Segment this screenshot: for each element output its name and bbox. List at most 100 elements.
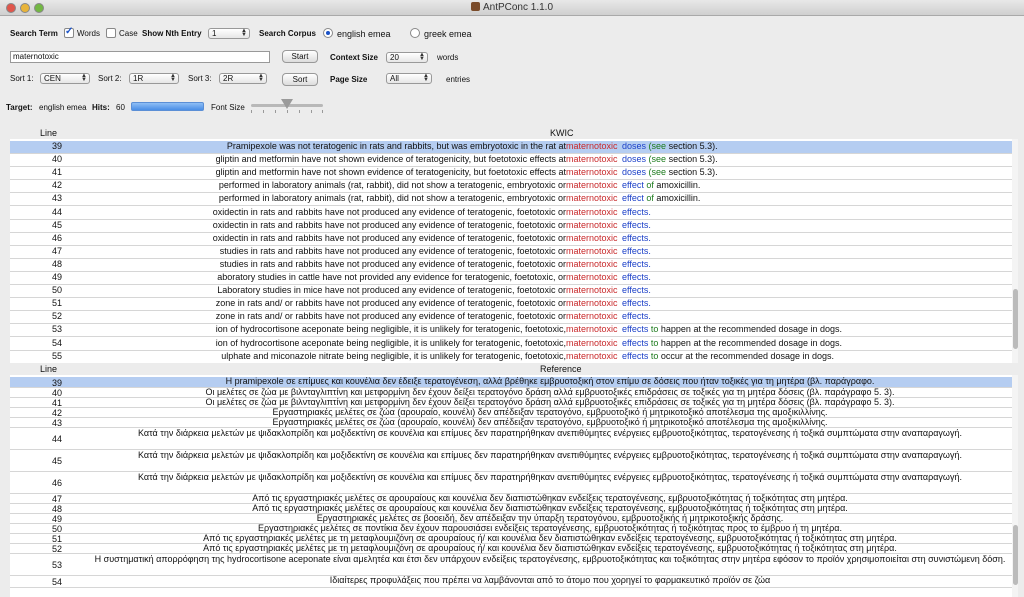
kwic-row[interactable]: 47 studies in rats and rabbits have not p… — [10, 246, 1018, 259]
case-checkbox[interactable] — [106, 28, 116, 38]
kwic-keyword: maternotoxic — [566, 311, 618, 322]
kwic-right-word-2: of — [646, 180, 654, 191]
kwic-row[interactable]: 53 ion of hydrocortisone aceponate being … — [10, 324, 1018, 338]
kwic-right-rest: section 5.3). — [668, 141, 718, 151]
show-nth-entry-value: 1 — [212, 29, 217, 38]
kwic-right-rest: happen at the recommended dosage in dogs… — [660, 324, 843, 335]
kwic-row[interactable]: 39 Pramipexole was not teratogenic in rat… — [10, 141, 1018, 155]
search-input[interactable]: maternotoxic — [10, 51, 270, 63]
kwic-table[interactable]: Line KWIC 39 Pramipexole was not teratoge… — [10, 127, 1018, 363]
reference-text: Εργαστηριακές μελέτες σε βοοειδή, δεν απ… — [316, 513, 784, 523]
slider-tick — [275, 110, 276, 113]
sort1-select[interactable]: CEN ▲ ▼ — [40, 73, 90, 84]
reference-line-number: 46 — [52, 478, 63, 488]
kwic-row[interactable]: 45 oxidectin in rats and rabbits have not… — [10, 220, 1018, 233]
kwic-keyword: maternotoxic — [566, 219, 618, 230]
kwic-right-word-1: effects. — [622, 298, 651, 309]
slider-tick — [299, 110, 300, 113]
reference-row[interactable]: 45 Κατά την διάρκεια μελετών με ψιδακλοπρ… — [10, 450, 1018, 472]
kwic-row[interactable]: 50 Laboratory studies in mice have not pr… — [10, 285, 1018, 299]
kwic-right-word-2: (see — [648, 141, 667, 151]
reference-row[interactable]: 43 Εργαστηριακές μελέτες σε ζώα (αρουραίο… — [10, 418, 1018, 428]
kwic-row[interactable]: 55 ulphate and miconazole nitrate being n… — [10, 351, 1018, 363]
reference-text: Από τις εργαστηριακές μελέτες σε αρουραί… — [252, 503, 848, 513]
kwic-right-word-2: to — [650, 337, 659, 348]
kwic-right-context: doses (see section 5.3). — [622, 141, 718, 151]
kwic-row[interactable]: 43 performed in laboratory animals (rat, … — [10, 193, 1018, 207]
sort-button[interactable]: Sort — [282, 73, 318, 86]
kwic-column-header[interactable]: KWIC — [550, 128, 574, 138]
reference-line-number: 41 — [52, 398, 63, 408]
stepper-arrows-icon: ▲ ▼ — [258, 73, 264, 83]
show-nth-entry-select[interactable]: 1 ▲ ▼ — [208, 28, 250, 39]
page-size-select[interactable]: All ▲ ▼ — [386, 73, 432, 84]
context-size-select[interactable]: 20 ▲ ▼ — [386, 52, 428, 63]
reference-text: Από τις εργαστηριακές μελέτες σε αρουραί… — [252, 493, 848, 503]
kwic-scrollbar-thumb[interactable] — [1013, 289, 1018, 349]
kwic-right-context: doses (see section 5.3). — [622, 154, 718, 164]
kwic-row[interactable]: 41 gliptin and metformin have not shown e… — [10, 167, 1018, 181]
kwic-right-context: effects. — [622, 246, 651, 256]
kwic-row[interactable]: 44 oxidectin in rats and rabbits have not… — [10, 207, 1018, 220]
hits-value: 60 — [116, 103, 125, 112]
kwic-row[interactable]: 52 zone in rats and/ or rabbits have not … — [10, 311, 1018, 325]
reference-line-number: 40 — [52, 388, 63, 398]
case-label: Case — [119, 29, 138, 38]
kwic-right-context: effects. — [622, 311, 651, 321]
sort1-value: CEN — [44, 74, 61, 83]
reference-text: Οι μελέτες σε ζώα με βιλνταγλιπτίνη και … — [205, 397, 895, 407]
reference-text: Οι μελέτες σε ζώα με βιλνταγλιπτίνη και … — [205, 387, 895, 397]
corpus-english-radio[interactable] — [323, 28, 333, 38]
kwic-keyword: maternotoxic — [566, 337, 618, 348]
kwic-right-word-1: doses — [622, 141, 647, 151]
kwic-keyword: maternotoxic — [566, 141, 618, 151]
kwic-right-word-1: effects. — [622, 232, 651, 243]
kwic-keyword: maternotoxic — [566, 180, 618, 191]
reference-row[interactable]: 53 Η συστηματική απορρόφηση της hydrocort… — [10, 554, 1018, 576]
words-checkbox[interactable] — [64, 26, 74, 38]
corpus-greek-radio[interactable] — [410, 28, 420, 38]
window-title-text: AntPConc 1.1.0 — [482, 2, 554, 13]
kwic-right-word-1: doses — [622, 154, 647, 165]
kwic-right-word-1: doses — [622, 167, 647, 178]
start-button[interactable]: Start — [282, 50, 318, 63]
kwic-scrollbar[interactable] — [1012, 139, 1018, 363]
kwic-row[interactable]: 48 studies in rats and rabbits have not p… — [10, 259, 1018, 272]
kwic-keyword: maternotoxic — [566, 324, 618, 335]
kwic-right-rest: happen at the recommended dosage in dogs… — [660, 337, 843, 348]
kwic-line-column-header[interactable]: Line — [40, 128, 57, 138]
reference-column-header[interactable]: Reference — [540, 364, 582, 374]
sort2-select[interactable]: 1R ▲ ▼ — [129, 73, 179, 84]
kwic-row[interactable]: 40 gliptin and metformin have not shown e… — [10, 154, 1018, 168]
reference-table[interactable]: Line Reference 39 Η pramipexole σε επίμυε… — [10, 363, 1018, 597]
reference-scrollbar-thumb[interactable] — [1013, 525, 1018, 585]
reference-line-number: 51 — [52, 534, 63, 544]
kwic-right-context: effects. — [622, 233, 651, 243]
reference-row[interactable]: 44 Κατά την διάρκεια μελετών με ψιδακλοπρ… — [10, 428, 1018, 450]
reference-scrollbar[interactable] — [1012, 375, 1018, 597]
kwic-right-word-1: effects — [622, 337, 649, 348]
reference-text: Κατά την διάρκεια μελετών με ψιδακλοπρίδ… — [138, 472, 962, 482]
kwic-right-context: effects. — [622, 207, 651, 217]
kwic-row[interactable]: 51 zone in rats and/ or rabbits have not … — [10, 298, 1018, 312]
kwic-right-context: effects. — [622, 272, 651, 282]
kwic-right-rest: amoxicillin. — [656, 180, 701, 191]
reference-text: Από τις εργαστηριακές μελέτες με τη μετα… — [203, 543, 897, 553]
reference-row[interactable]: 46 Κατά την διάρκεια μελετών με ψιδακλοπρ… — [10, 472, 1018, 494]
reference-row[interactable]: 52 Από τις εργαστηριακές μελέτες με τη με… — [10, 544, 1018, 554]
kwic-row[interactable]: 42 performed in laboratory animals (rat, … — [10, 180, 1018, 194]
font-size-slider-ticks — [251, 110, 323, 113]
kwic-left-context: zone in rats and/ or rabbits have not pr… — [215, 311, 566, 322]
reference-text: Από τις εργαστηριακές μελέτες με τη μετα… — [203, 533, 897, 543]
kwic-row[interactable]: 46 oxidectin in rats and rabbits have not… — [10, 233, 1018, 246]
sort3-select[interactable]: 2R ▲ ▼ — [219, 73, 267, 84]
kwic-keyword: maternotoxic — [566, 232, 618, 243]
kwic-row[interactable]: 49 aboratory studies in cattle have not p… — [10, 272, 1018, 286]
kwic-left-context: zone in rats and/ or rabbits have not pr… — [215, 298, 566, 309]
reference-line-column-header[interactable]: Line — [40, 364, 57, 374]
kwic-keyword: maternotoxic — [566, 298, 618, 309]
reference-row[interactable]: 54 Ιδιαίτερες προφυλάξεις που πρέπει να λ… — [10, 576, 1018, 588]
kwic-row[interactable]: 54 ion of hydrocortisone aceponate being … — [10, 338, 1018, 351]
target-label: Target: — [6, 103, 33, 112]
font-size-slider-thumb[interactable] — [281, 99, 293, 109]
